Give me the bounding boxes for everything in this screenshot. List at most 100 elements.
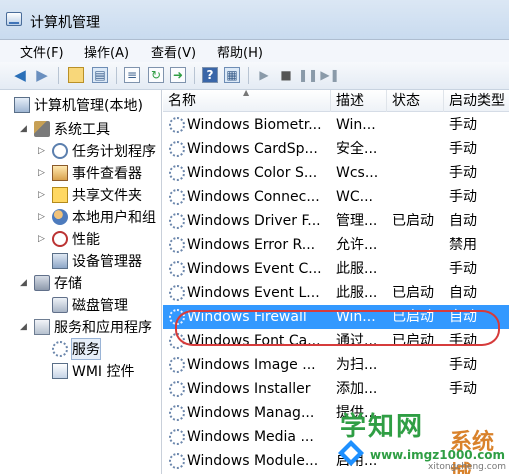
restart-icon[interactable]: ▶❚ [320, 67, 339, 83]
menu-help[interactable]: 帮助(H) [217, 42, 263, 61]
column-header-description[interactable]: 描述 [331, 90, 387, 112]
title-bar: 计算机管理 [0, 0, 509, 40]
expand-icon[interactable]: ▷ [38, 190, 48, 200]
play-icon[interactable]: ▶ [256, 67, 272, 83]
service-description [336, 425, 386, 449]
tree-item-disk-management[interactable]: 磁盘管理 [52, 294, 128, 316]
gear-icon [169, 429, 185, 445]
column-header-row: ▲ 名称 描述 状态 启动类型 [163, 90, 509, 112]
service-description: 提供... [336, 405, 378, 421]
service-status [392, 161, 446, 185]
service-row[interactable]: Windows CardSp... 安全... 手动 [163, 137, 509, 161]
storage-icon [34, 275, 50, 291]
expand-icon[interactable]: ▷ [38, 234, 48, 244]
expand-icon[interactable]: ▷ [38, 168, 48, 178]
stop-icon[interactable]: ■ [278, 67, 294, 83]
collapse-icon[interactable]: ◢ [20, 278, 30, 288]
tree-item-shared-folders[interactable]: ▷ 共享文件夹 [38, 184, 142, 206]
expand-icon[interactable]: ▷ [38, 146, 48, 156]
tree-item-device-manager[interactable]: 设备管理器 [52, 250, 142, 272]
tree-item-wmi-control[interactable]: WMI 控件 [52, 360, 135, 382]
service-description: 此服... [336, 261, 378, 277]
service-startup-type: 手动 [449, 165, 477, 181]
service-startup-type: 自动 [449, 285, 477, 301]
service-row[interactable]: Windows Installer 添加... 手动 [163, 377, 509, 401]
column-header-name[interactable]: 名称 [163, 90, 331, 112]
back-arrow-icon[interactable]: ◀ [12, 66, 28, 84]
service-startup-type: 手动 [449, 117, 477, 133]
service-name: Windows Manag... [187, 405, 315, 421]
service-row[interactable]: Windows Error R... 允许... 禁用 [163, 233, 509, 257]
export-list-icon[interactable]: ➜ [170, 67, 186, 83]
view-icon[interactable]: ▦ [224, 67, 240, 83]
tree-item-computer-management[interactable]: 计算机管理(本地) [14, 94, 143, 116]
service-name: Windows Color S... [187, 165, 318, 181]
service-row[interactable]: Windows Event C... 此服... 手动 [163, 257, 509, 281]
service-status [392, 257, 446, 281]
column-header-status[interactable]: 状态 [387, 90, 444, 112]
service-row[interactable]: Windows Module... 启用... [163, 449, 509, 473]
gear-icon [169, 189, 185, 205]
service-row[interactable]: Windows Biometr... Win... 手动 [163, 113, 509, 137]
menu-action[interactable]: 操作(A) [84, 42, 129, 61]
tree-item-services-and-applications[interactable]: ◢ 服务和应用程序 [20, 316, 152, 338]
gear-icon [169, 381, 185, 397]
refresh-icon[interactable]: ↻ [148, 67, 164, 83]
computer-management-icon [6, 12, 22, 26]
service-description: 允许... [336, 237, 378, 253]
menu-file[interactable]: 文件(F) [20, 42, 64, 61]
column-header-startup-type[interactable]: 启动类型 [444, 90, 509, 112]
up-folder-icon[interactable] [68, 67, 84, 83]
collapse-icon[interactable]: ◢ [20, 124, 30, 134]
service-row[interactable]: Windows Color S... Wcs... 手动 [163, 161, 509, 185]
service-name: Windows Biometr... [187, 117, 322, 133]
service-row[interactable]: Windows Connec... WC... 手动 [163, 185, 509, 209]
tools-icon [34, 121, 50, 137]
menu-view[interactable]: 查看(V) [151, 42, 196, 61]
service-startup-type: 自动 [449, 213, 477, 229]
service-startup-type [449, 425, 505, 449]
pause-icon[interactable]: ❚❚ [298, 67, 318, 83]
service-name: Windows Media ... [187, 429, 314, 445]
tree-item-task-scheduler[interactable]: ▷ 任务计划程序 [38, 140, 156, 162]
tree-item-services[interactable]: 服务 [52, 338, 101, 360]
toolbar: ◀ ▶ ▤ ≡ ↻ ➜ ? ▦ ▶ ■ ❚❚ ▶❚ [0, 62, 509, 90]
highlight-annotation-ring [175, 310, 500, 346]
gear-icon [169, 165, 185, 181]
tree-item-system-tools[interactable]: ◢ 系统工具 [20, 118, 110, 140]
service-startup-type: 手动 [449, 381, 477, 397]
tree-item-performance[interactable]: ▷ 性能 [38, 228, 100, 250]
clock-icon [52, 143, 68, 159]
help-icon[interactable]: ? [202, 67, 218, 83]
service-row[interactable]: Windows Event L... 此服... 已启动 自动 [163, 281, 509, 305]
properties-icon[interactable]: ≡ [124, 67, 140, 83]
service-status [392, 233, 446, 257]
performance-icon [52, 231, 68, 247]
computer-icon [14, 97, 30, 113]
service-description: Win... [336, 117, 376, 133]
service-row[interactable]: Windows Manag... 提供... [163, 401, 509, 425]
gear-icon [169, 285, 185, 301]
service-status [392, 353, 446, 377]
tree-item-event-viewer[interactable]: ▷ 事件查看器 [38, 162, 142, 184]
service-name: Windows Event C... [187, 261, 322, 277]
service-status [392, 113, 446, 137]
collapse-icon[interactable]: ◢ [20, 322, 30, 332]
show-hide-tree-icon[interactable]: ▤ [92, 67, 108, 83]
service-name: Windows Image ... [187, 357, 316, 373]
menu-bar: 文件(F) 操作(A) 查看(V) 帮助(H) [0, 40, 509, 62]
service-row[interactable]: Windows Image ... 为扫... 手动 [163, 353, 509, 377]
tree-item-storage[interactable]: ◢ 存储 [20, 272, 82, 294]
service-name: Windows Connec... [187, 189, 320, 205]
expand-icon[interactable]: ▷ [38, 212, 48, 222]
service-row[interactable]: Windows Driver F... 管理... 已启动 自动 [163, 209, 509, 233]
service-row[interactable]: Windows Media ... [163, 425, 509, 449]
service-description: 为扫... [336, 357, 378, 373]
gear-icon [169, 213, 185, 229]
service-startup-type: 手动 [449, 189, 477, 205]
tree-item-local-users-groups[interactable]: ▷ 本地用户和组 [38, 206, 156, 228]
users-icon [52, 209, 68, 225]
forward-arrow-icon[interactable]: ▶ [34, 66, 50, 84]
service-name: Windows Error R... [187, 237, 316, 253]
gear-icon [169, 117, 185, 133]
